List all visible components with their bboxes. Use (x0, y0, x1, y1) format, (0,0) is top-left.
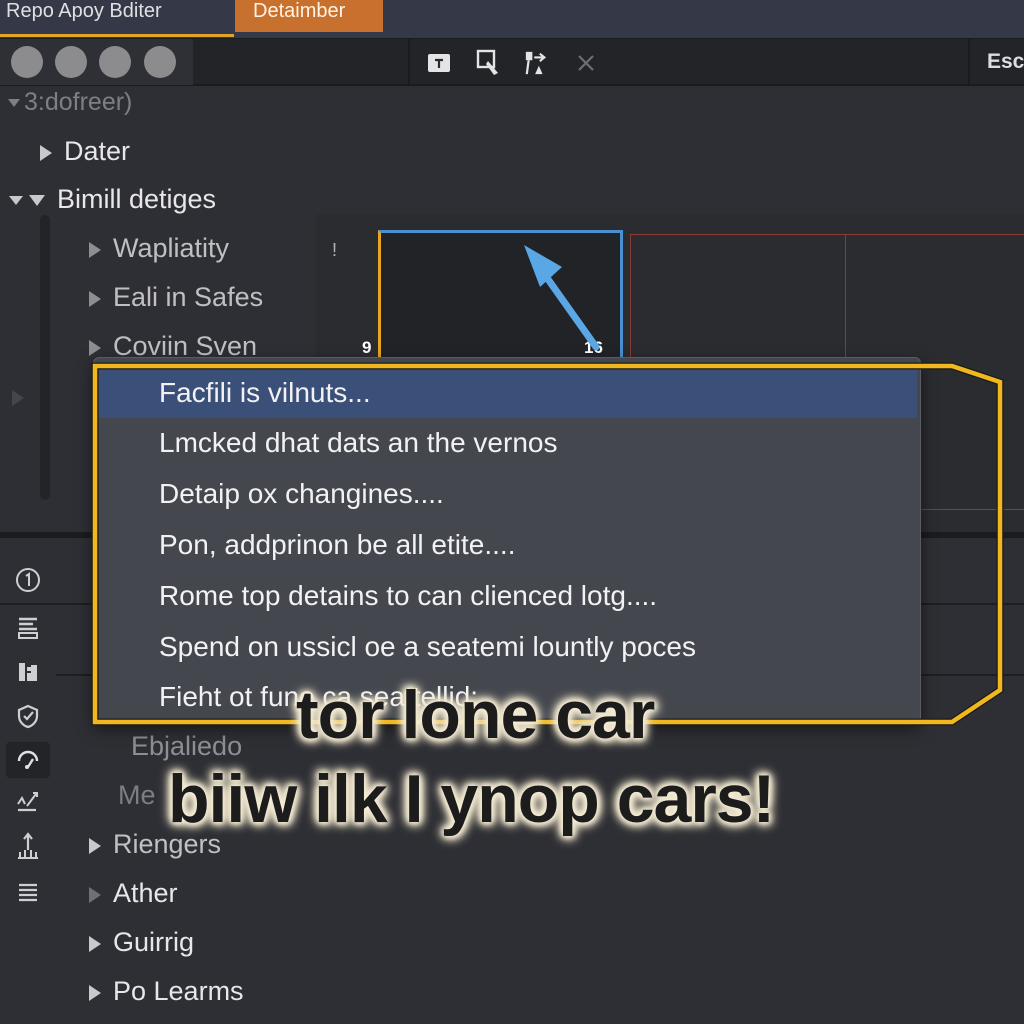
tree-item-po-learms[interactable]: Po Learms (89, 976, 244, 1007)
tree-item-dater[interactable]: Dater (40, 136, 130, 167)
chart-upload-icon[interactable] (6, 828, 50, 864)
window-dot-button[interactable] (11, 46, 43, 78)
tree-item-label: Wapliatity (113, 233, 230, 263)
tree-item-label: Dater (64, 136, 131, 166)
chevron-right-icon (89, 837, 101, 854)
window-controls (0, 39, 193, 85)
tree-item-bimill-detiges[interactable]: Bimill detiges (9, 184, 216, 215)
components-icon[interactable] (6, 654, 50, 690)
menu-item[interactable]: Spend on ussicl oe a seatemi lountly poc… (99, 622, 917, 672)
tree-item-label: Ebjaliedo (131, 731, 243, 761)
canvas-marker: ! (332, 240, 338, 260)
tree-item-label: Me (118, 780, 156, 810)
text-tool-icon[interactable] (426, 50, 452, 76)
tree-item-label: Po Learms (113, 976, 244, 1006)
tree-item-ather[interactable]: Ather (89, 878, 178, 909)
menu-item[interactable]: Pon, addprinon be all etite.... (99, 520, 917, 570)
tree-item-ebjaliedo[interactable]: Ebjaliedo (131, 731, 242, 762)
transform-icon[interactable] (524, 50, 550, 76)
window-dot-button[interactable] (144, 46, 176, 78)
chevron-right-icon (89, 241, 101, 258)
tree-item-me[interactable]: Me (118, 780, 156, 811)
chevron-right-icon (89, 984, 101, 1001)
chevron-right-icon (89, 339, 101, 356)
menu-item[interactable]: Facfili is vilnuts... (99, 368, 917, 418)
edit-signature-icon[interactable] (6, 784, 50, 820)
tree-item-label: Guirrig (113, 927, 195, 957)
gauge-icon[interactable] (6, 742, 50, 778)
editor-window: Repo Apoy Bditer Detaimber Esc 3:dofreer… (0, 0, 1024, 1024)
menu-icon[interactable] (6, 874, 50, 910)
tab-bar: Repo Apoy Bditer Detaimber (0, 0, 1024, 38)
chevron-right-icon (40, 144, 52, 161)
window-dot-button[interactable] (55, 46, 87, 78)
tree-item-label: Bimill detiges (57, 184, 217, 214)
select-pointer-icon[interactable] (476, 49, 502, 76)
frame-label-left: 9 (362, 338, 372, 357)
chevron-right-icon (89, 886, 101, 903)
tree-item-wapliatity[interactable]: Wapliatity (89, 233, 229, 264)
toolbar: Esc (0, 38, 1024, 86)
tree-root-label: 3:dofreer) (24, 88, 133, 116)
tree-indent-guide (40, 215, 50, 500)
chevron-right-icon (12, 390, 24, 406)
tree-item-label: Ather (113, 878, 178, 908)
window-dot-button[interactable] (99, 46, 131, 78)
menu-item[interactable]: Detaip ox changines.... (99, 469, 917, 519)
menu-item[interactable]: Lmcked dhat dats an the vernos (99, 418, 917, 468)
toolbar-divider (968, 39, 970, 85)
shield-check-icon[interactable] (6, 698, 50, 734)
escape-button[interactable]: Esc (987, 50, 1024, 74)
chevron-down-icon (8, 99, 20, 108)
tree-root[interactable]: 3:dofreer) (8, 88, 132, 117)
menu-item[interactable]: Rome top detains to can clienced lotg...… (99, 571, 917, 621)
tab-detaimber[interactable]: Detaimber (235, 0, 383, 32)
caption-line-2: biiw ilk I ynop cars! (168, 761, 775, 837)
tree-item-guirrig[interactable]: Guirrig (89, 927, 194, 958)
caption-line-1: tor lone car (296, 677, 655, 753)
chevron-down-icon (29, 195, 45, 207)
tree-item-label: Eali in Safes (113, 282, 264, 312)
layout-icon[interactable] (6, 610, 50, 646)
toolbar-divider (408, 39, 410, 85)
arrow-annotation-icon (524, 245, 600, 351)
info-icon[interactable] (6, 562, 50, 598)
tree-item-eali-in-safes[interactable]: Eali in Safes (89, 282, 263, 313)
chevron-right-icon (89, 935, 101, 952)
chevron-right-icon (89, 290, 101, 307)
chevron-down-icon (9, 196, 23, 206)
tab-repo[interactable]: Repo Apoy Bditer (0, 0, 234, 37)
context-menu: Facfili is vilnuts... Lmcked dhat dats a… (93, 357, 921, 723)
close-icon[interactable] (573, 50, 599, 76)
